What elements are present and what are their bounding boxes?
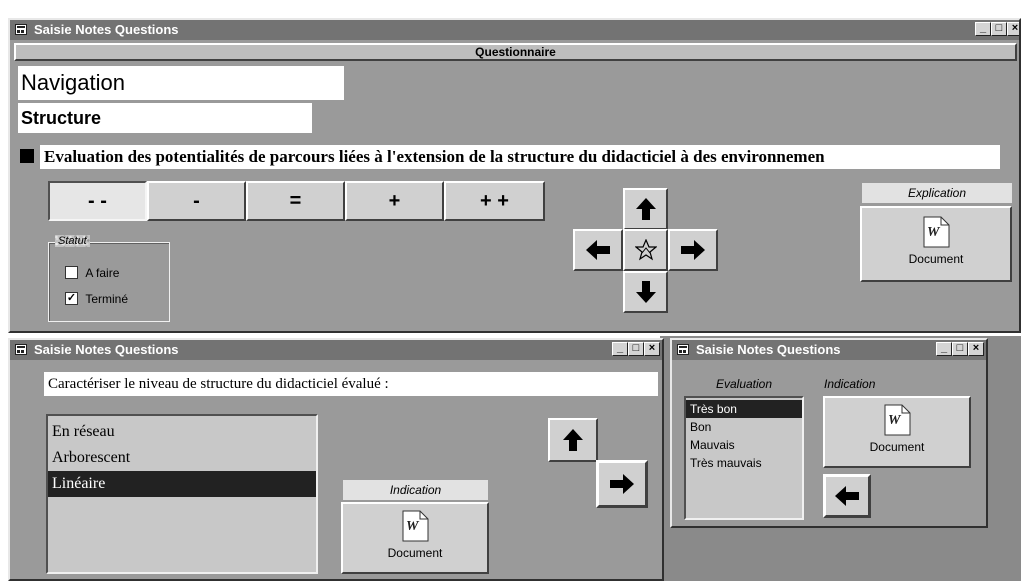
evaluation-label: Evaluation	[684, 376, 804, 392]
maximize-button[interactable]: □	[991, 22, 1007, 36]
maximize-button[interactable]: □	[952, 342, 968, 356]
indication-label-text: Indication	[824, 377, 876, 391]
minimize-button[interactable]: _	[936, 342, 952, 356]
checkbox-done[interactable]: ✓	[65, 292, 78, 306]
section-header: Questionnaire	[14, 43, 1017, 61]
explication-document-label: Document	[908, 252, 964, 266]
question-text: Evaluation des potentialités de parcours…	[40, 145, 1000, 169]
main-window-title: Saisie Notes Questions	[34, 22, 179, 37]
evaluation-label-text: Evaluation	[715, 377, 773, 391]
question-label: Evaluation des potentialités de parcours…	[44, 147, 825, 166]
svg-text:W: W	[406, 519, 420, 534]
main-window: Saisie Notes Questions _ □ × Questionnai…	[8, 18, 1021, 333]
explication-label: Explication	[862, 183, 1012, 203]
breadcrumb-level-1-label: Navigation	[21, 70, 125, 95]
statut-label: Statut	[58, 235, 87, 247]
indication-document-button[interactable]: W Document	[823, 396, 971, 468]
explication-document-button[interactable]: W Document	[860, 206, 1012, 282]
statut-option-done[interactable]: ✓ Terminé	[65, 291, 128, 306]
arrow-up-icon	[563, 429, 583, 451]
rating-button-label: - -	[88, 189, 107, 212]
rating-button-neutral[interactable]: =	[246, 181, 345, 221]
breadcrumb-level-2: Structure	[18, 103, 312, 133]
svg-text:W: W	[927, 225, 941, 240]
arrow-right-icon	[681, 240, 705, 260]
structure-prompt-label: Caractériser le niveau de structure du d…	[48, 376, 389, 392]
structure-option-network[interactable]: En réseau	[48, 419, 316, 445]
structure-listbox[interactable]: En réseau Arborescent Linéaire	[46, 414, 318, 574]
indication-label-text: Indication	[389, 483, 442, 497]
svg-text:W: W	[888, 413, 902, 428]
sub-window-right-titlebar[interactable]: Saisie Notes Questions _ □ ×	[672, 340, 986, 360]
evaluation-option-very-good[interactable]: Très bon	[686, 400, 802, 418]
arrow-up-icon	[635, 198, 656, 220]
nav-left-button[interactable]	[573, 229, 623, 271]
nav-right-button[interactable]	[668, 229, 718, 271]
sub-window-left-titlebar[interactable]: Saisie Notes Questions _ □ ×	[10, 340, 662, 360]
sub-window-left: Saisie Notes Questions _ □ × Caractérise…	[8, 338, 664, 581]
window-system-icon[interactable]	[677, 344, 689, 355]
evaluation-option-very-bad[interactable]: Très mauvais	[686, 454, 802, 472]
indication-document-label: Document	[387, 546, 443, 560]
word-document-icon: W	[400, 510, 430, 544]
breadcrumb-level-2-label: Structure	[21, 108, 102, 128]
home-star-icon	[634, 239, 657, 261]
arrow-right-icon	[610, 474, 634, 494]
rating-button-label: -	[193, 189, 200, 212]
statut-option-todo[interactable]: A faire	[65, 265, 119, 280]
explication-label-text: Explication	[907, 186, 967, 200]
rating-button-label: + +	[480, 189, 509, 212]
indication-document-label: Document	[869, 440, 925, 454]
nav-up-button[interactable]	[548, 418, 598, 462]
evaluation-option-good[interactable]: Bon	[686, 418, 802, 436]
rating-button-label: =	[289, 189, 302, 212]
minimize-button[interactable]: _	[612, 342, 628, 356]
structure-prompt: Caractériser le niveau de structure du d…	[44, 372, 658, 396]
statut-group-label: Statut	[55, 235, 90, 247]
rating-button-low[interactable]: -	[147, 181, 246, 221]
sub-window-right: Saisie Notes Questions _ □ × Evaluation …	[670, 338, 988, 528]
word-document-icon: W	[882, 404, 912, 438]
breadcrumb-level-1: Navigation	[18, 66, 344, 100]
main-window-titlebar[interactable]: Saisie Notes Questions _ □ ×	[10, 20, 1019, 40]
arrow-left-icon	[586, 240, 610, 260]
close-button[interactable]: ×	[644, 342, 660, 356]
maximize-button[interactable]: □	[628, 342, 644, 356]
indication-document-button[interactable]: W Document	[341, 502, 489, 574]
close-button[interactable]: ×	[968, 342, 984, 356]
evaluation-listbox[interactable]: Très bon Bon Mauvais Très mauvais	[684, 396, 804, 520]
statut-group: Statut A faire ✓ Terminé	[48, 235, 170, 322]
window-system-icon[interactable]	[15, 24, 27, 35]
statut-option-todo-label: A faire	[85, 265, 120, 280]
word-document-icon: W	[921, 216, 951, 250]
rating-bar: - - - = + + +	[48, 181, 545, 221]
close-button[interactable]: ×	[1007, 22, 1019, 36]
indication-label: Indication	[343, 480, 488, 500]
section-header-label: Questionnaire	[475, 45, 556, 59]
evaluation-option-bad[interactable]: Mauvais	[686, 436, 802, 454]
structure-option-linear[interactable]: Linéaire	[48, 471, 316, 497]
arrow-left-icon	[835, 486, 859, 506]
rating-button-very-low[interactable]: - -	[48, 181, 147, 221]
nav-left-button[interactable]	[823, 474, 871, 518]
question-bullet	[20, 149, 34, 163]
rating-button-label: +	[388, 189, 401, 212]
sub-window-left-title: Saisie Notes Questions	[34, 342, 179, 357]
minimize-button[interactable]: _	[975, 22, 991, 36]
window-system-icon[interactable]	[15, 344, 27, 355]
indication-label: Indication	[824, 376, 900, 392]
nav-up-button[interactable]	[623, 188, 668, 230]
nav-down-button[interactable]	[623, 271, 668, 313]
statut-option-done-label: Terminé	[85, 291, 129, 306]
structure-option-tree[interactable]: Arborescent	[48, 445, 316, 471]
checkbox-todo[interactable]	[65, 266, 78, 280]
nav-right-button[interactable]	[596, 460, 648, 508]
nav-home-button[interactable]	[623, 229, 668, 271]
arrow-down-icon	[635, 281, 656, 303]
rating-button-high[interactable]: +	[345, 181, 444, 221]
sub-window-right-title: Saisie Notes Questions	[696, 342, 841, 357]
rating-button-very-high[interactable]: + +	[444, 181, 545, 221]
